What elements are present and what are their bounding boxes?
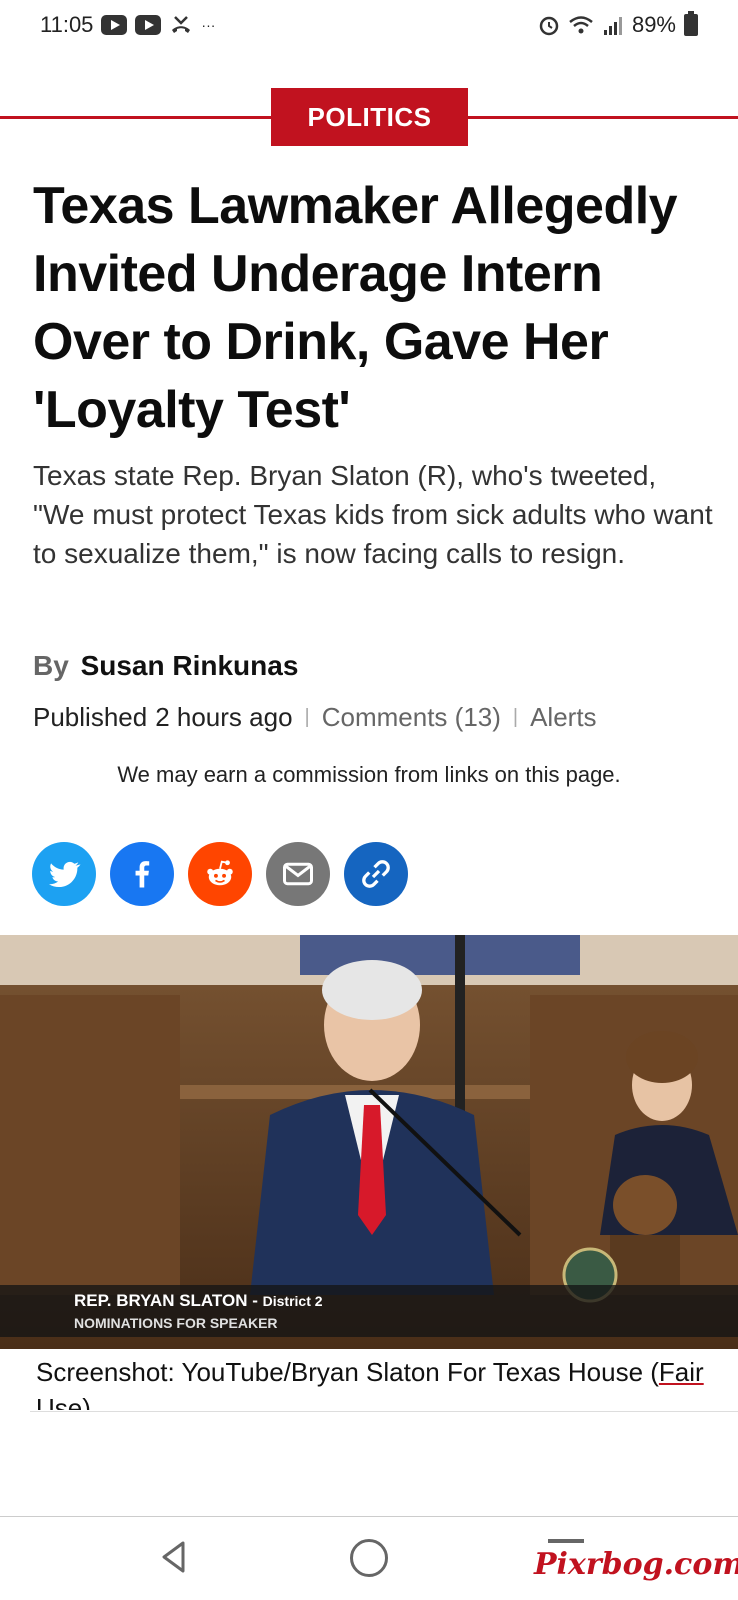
chyron-subtitle: NOMINATIONS FOR SPEAKER <box>74 1315 278 1331</box>
byline: By Susan Rinkunas <box>33 650 298 682</box>
byline-label: By <box>33 650 69 681</box>
affiliate-disclaimer: We may earn a commission from links on t… <box>117 762 621 787</box>
facebook-share-button[interactable] <box>110 842 174 906</box>
email-icon <box>283 862 313 886</box>
alarm-icon <box>538 14 560 36</box>
signal-icon <box>602 14 624 36</box>
status-time: 11:05 <box>40 12 94 37</box>
ad-slot <box>0 1412 738 1516</box>
caption-text: Screenshot: YouTube/Bryan Slaton For Tex… <box>36 1357 659 1387</box>
battery-icon <box>684 11 698 36</box>
youtube-notification-icon <box>101 15 128 35</box>
twitter-icon <box>49 861 81 888</box>
more-notifications-icon: ··· <box>201 17 216 33</box>
caption-end: ) <box>82 1393 91 1410</box>
section-header: POLITICS <box>0 88 738 146</box>
link-icon <box>362 860 390 888</box>
section-label[interactable]: POLITICS <box>271 88 468 146</box>
hero-image[interactable]: REP. BRYAN SLATON - District 2 NOMINATIO… <box>0 935 738 1349</box>
meta-separator: | <box>304 706 310 728</box>
home-icon[interactable] <box>350 1539 388 1577</box>
missed-call-icon <box>169 14 193 36</box>
status-left: 11:05 ··· <box>40 12 215 38</box>
article-meta: Published 2 hours ago | Comments (13) | … <box>33 702 597 733</box>
wifi-icon <box>568 14 594 36</box>
comments-link[interactable]: Comments (13) <box>322 702 501 733</box>
back-icon[interactable] <box>154 1537 194 1577</box>
reddit-share-button[interactable] <box>188 842 252 906</box>
share-buttons <box>32 842 408 906</box>
copy-link-button[interactable] <box>344 842 408 906</box>
email-share-button[interactable] <box>266 842 330 906</box>
system-navbar: Pixrbog.com <box>0 1517 738 1600</box>
chyron-district: District 2 <box>262 1293 323 1309</box>
youtube-notification-icon <box>135 15 162 35</box>
watermark: Pixrbog.com <box>534 1547 738 1582</box>
meta-separator: | <box>512 706 519 728</box>
recent-apps-icon[interactable] <box>548 1539 584 1543</box>
twitter-share-button[interactable] <box>32 842 96 906</box>
alerts-link[interactable]: Alerts <box>530 702 596 733</box>
published-label: Published <box>33 702 148 732</box>
status-bar: 11:05 ··· 89% <box>0 0 738 50</box>
article-headline: Texas Lawmaker Allegedly Invited Underag… <box>33 177 678 439</box>
article-dek: Texas state Rep. Bryan Slaton (R), who's… <box>33 460 713 569</box>
chyron-name: REP. BRYAN SLATON - District 2 <box>74 1291 323 1311</box>
author-link[interactable]: Susan Rinkunas <box>81 650 299 681</box>
facebook-icon <box>135 861 150 888</box>
image-caption: Screenshot: YouTube/Bryan Slaton For Tex… <box>36 1354 706 1410</box>
published-time: 2 hours ago <box>155 702 293 732</box>
chyron-name-text: REP. BRYAN SLATON - <box>74 1291 263 1310</box>
reddit-icon <box>207 860 233 886</box>
battery-percent: 89% <box>631 12 676 37</box>
status-right: 89% <box>538 11 698 38</box>
